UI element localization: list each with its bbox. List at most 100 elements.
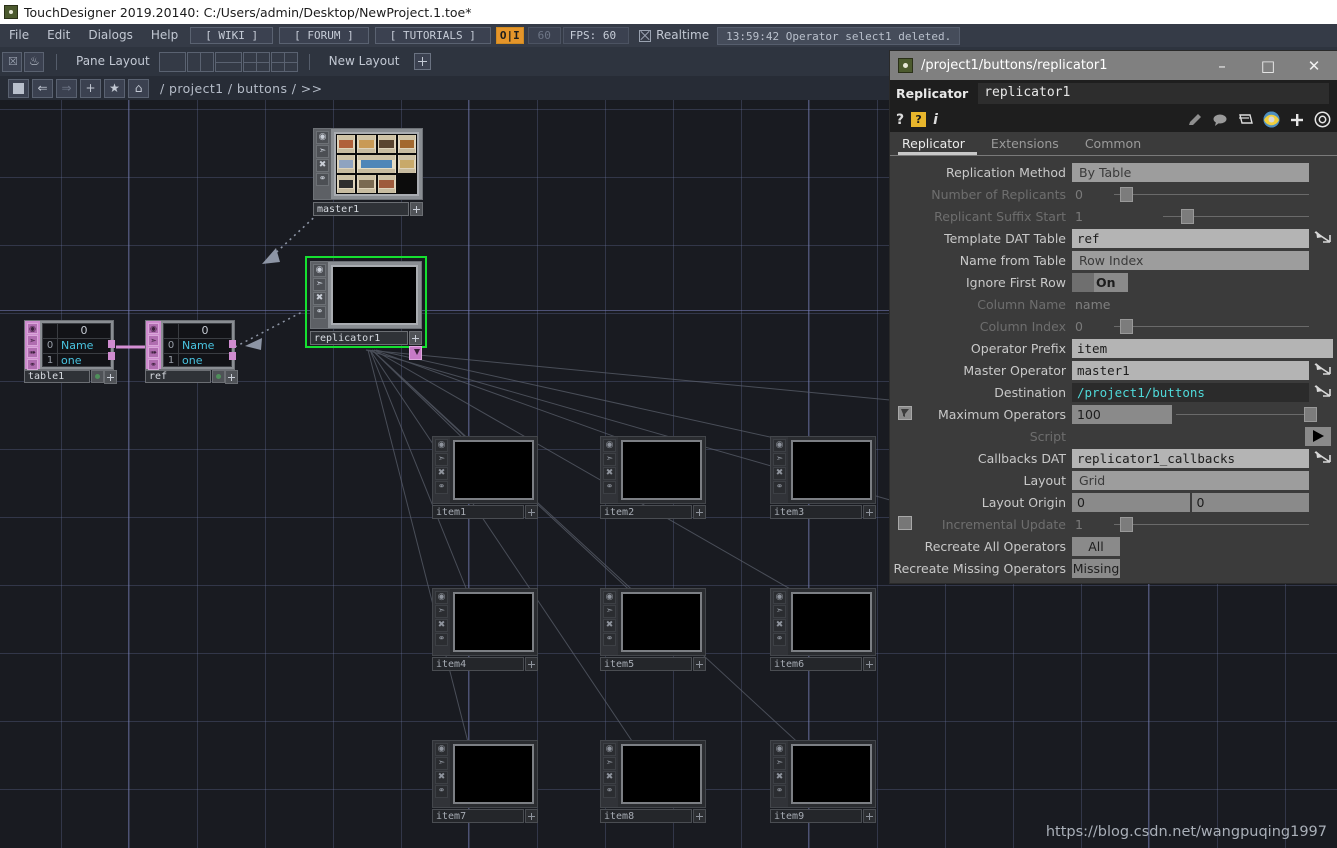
param-slider[interactable] <box>1114 317 1309 336</box>
node-label[interactable]: item3 <box>770 505 862 519</box>
clone-flag-icon[interactable]: ⚭ <box>603 785 616 798</box>
back-icon[interactable]: ⇐ <box>32 79 53 98</box>
node-expand-icon[interactable] <box>863 657 876 671</box>
clone-flag-icon[interactable]: ⚭ <box>603 481 616 494</box>
clone-flag-icon[interactable]: ⚭ <box>773 481 786 494</box>
display-flag-icon[interactable]: ✖ <box>435 467 448 480</box>
bookmark-star-icon[interactable]: ★ <box>104 79 125 98</box>
node-item2[interactable]: ◉ ➣ ✖ ⚭ item2 <box>600 436 706 504</box>
op-picker-icon[interactable] <box>1311 448 1335 467</box>
viewer-flag-icon[interactable]: ◉ <box>603 591 616 604</box>
clone-flag-icon[interactable]: ⚭ <box>148 359 159 370</box>
node-expand-icon[interactable] <box>693 505 706 519</box>
plus-icon[interactable] <box>1289 112 1305 128</box>
clone-flag-icon[interactable]: ⚭ <box>435 481 448 494</box>
node-item1[interactable]: ◉ ➣ ✖ ⚭ item1 <box>432 436 538 504</box>
node-expand-icon[interactable] <box>525 505 538 519</box>
info-icon[interactable]: i <box>933 112 938 128</box>
tutorials-link-button[interactable]: [ TUTORIALS ] <box>375 27 491 44</box>
param-recreate-missing-operators[interactable]: Recreate Missing Operators Missing <box>890 557 1337 579</box>
forum-link-button[interactable]: [ FORUM ] <box>279 27 369 44</box>
viewer-flag-icon[interactable]: ◉ <box>773 591 786 604</box>
node-label[interactable]: item5 <box>600 657 692 671</box>
node-label[interactable]: item8 <box>600 809 692 823</box>
param-slider[interactable] <box>1114 185 1309 204</box>
run-script-icon[interactable] <box>1305 427 1331 446</box>
param-value[interactable]: name <box>1072 297 1337 312</box>
param-text-value[interactable]: replicator1_callbacks <box>1072 449 1309 468</box>
display-flag-icon[interactable]: ✖ <box>603 771 616 784</box>
tab-replicator[interactable]: Replicator <box>898 136 977 155</box>
node-item9[interactable]: ◉ ➣ ✖ ⚭ item9 <box>770 740 876 808</box>
clone-flag-icon[interactable]: ⚭ <box>435 785 448 798</box>
viewer-flag-icon[interactable]: ◉ <box>603 439 616 452</box>
param-enable-checkbox[interactable] <box>898 516 912 530</box>
layout-preset-two-vertical-icon[interactable] <box>187 52 214 72</box>
tab-extensions[interactable]: Extensions <box>987 136 1071 155</box>
node-label[interactable]: item9 <box>770 809 862 823</box>
clone-icon[interactable] <box>1237 112 1254 128</box>
node-item4[interactable]: ◉ ➣ ✖ ⚭ item4 <box>432 588 538 656</box>
realtime-checkbox-icon[interactable] <box>639 30 651 42</box>
bypass-flag-icon[interactable]: ➣ <box>603 757 616 770</box>
node-ref[interactable]: ◉ ➣ ➠ ⚭ 0 0 Name 1 one <box>145 320 235 370</box>
param-text-value[interactable]: master1 <box>1072 361 1309 380</box>
node-expand-icon[interactable] <box>525 809 538 823</box>
fps-target-field[interactable]: 60 <box>528 27 561 44</box>
pane-anchor-icon[interactable]: ♨ <box>24 52 44 72</box>
display-flag-icon[interactable]: ✖ <box>435 771 448 784</box>
display-flag-icon[interactable]: ➠ <box>148 347 159 358</box>
param-operator-prefix[interactable]: Operator Prefix item <box>890 337 1337 359</box>
node-label[interactable]: item4 <box>432 657 524 671</box>
param-enable-checkbox[interactable] <box>898 406 912 420</box>
menu-item-edit[interactable]: Edit <box>38 24 79 47</box>
comment-icon[interactable] <box>1212 112 1228 128</box>
menu-item-help[interactable]: Help <box>142 24 187 47</box>
slider-knob[interactable] <box>1181 209 1194 224</box>
minimize-icon[interactable]: – <box>1199 51 1245 80</box>
clone-flag-icon[interactable]: ⚭ <box>773 785 786 798</box>
node-expand-icon[interactable] <box>225 370 238 384</box>
clone-flag-icon[interactable]: ⚭ <box>773 633 786 646</box>
layout-preset-quad-icon[interactable] <box>271 52 298 72</box>
viewer-flag-icon[interactable]: ◉ <box>773 743 786 756</box>
node-item3[interactable]: ◉ ➣ ✖ ⚭ item3 <box>770 436 876 504</box>
param-replicant-suffix-start[interactable]: Replicant Suffix Start 1 <box>890 205 1337 227</box>
node-item6[interactable]: ◉ ➣ ✖ ⚭ item6 <box>770 588 876 656</box>
param-template-dat-table[interactable]: Template DAT Table ref <box>890 227 1337 249</box>
display-flag-icon[interactable]: ✖ <box>603 467 616 480</box>
maximize-icon[interactable]: □ <box>1245 51 1291 80</box>
param-column-index[interactable]: Column Index 0 <box>890 315 1337 337</box>
param-expression-value[interactable]: /project1/buttons <box>1072 383 1309 402</box>
node-expand-icon[interactable] <box>693 809 706 823</box>
param-destination[interactable]: Destination /project1/buttons <box>890 381 1337 403</box>
add-node-icon[interactable]: + <box>80 79 101 98</box>
op-picker-icon[interactable] <box>1311 360 1335 379</box>
node-label[interactable]: item6 <box>770 657 862 671</box>
param-maximum-operators[interactable]: Maximum Operators 100 <box>890 403 1337 425</box>
recreate-missing-button[interactable]: Missing <box>1072 559 1120 578</box>
layout-preset-two-horizontal-icon[interactable] <box>215 52 242 72</box>
node-output-connector[interactable] <box>229 340 236 348</box>
stop-icon[interactable] <box>8 79 29 98</box>
param-menu-value[interactable]: Grid <box>1072 471 1309 490</box>
node-expand-icon[interactable] <box>863 809 876 823</box>
node-item7[interactable]: ◉ ➣ ✖ ⚭ item7 <box>432 740 538 808</box>
param-layout-origin[interactable]: Layout Origin 0 0 <box>890 491 1337 513</box>
pencil-icon[interactable] <box>1187 112 1203 128</box>
viewer-flag-icon[interactable]: ◉ <box>435 439 448 452</box>
recreate-all-button[interactable]: All <box>1072 537 1120 556</box>
node-output-connector[interactable] <box>229 352 236 360</box>
param-toggle[interactable]: On <box>1072 273 1128 292</box>
operator-name-field[interactable]: replicator1 <box>978 83 1329 104</box>
help-badge-icon[interactable]: ? <box>911 112 926 127</box>
op-picker-icon[interactable] <box>1311 228 1335 247</box>
param-callbacks-dat[interactable]: Callbacks DAT replicator1_callbacks <box>890 447 1337 469</box>
param-value[interactable]: 1 <box>1072 517 1114 532</box>
param-replication-method[interactable]: Replication Method By Table <box>890 161 1337 183</box>
bypass-flag-icon[interactable]: ➣ <box>603 453 616 466</box>
node-expand-icon[interactable] <box>525 657 538 671</box>
param-value[interactable]: 0 <box>1072 187 1114 202</box>
param-ignore-first-row[interactable]: Ignore First Row On <box>890 271 1337 293</box>
wiki-link-button[interactable]: [ WIKI ] <box>190 27 273 44</box>
